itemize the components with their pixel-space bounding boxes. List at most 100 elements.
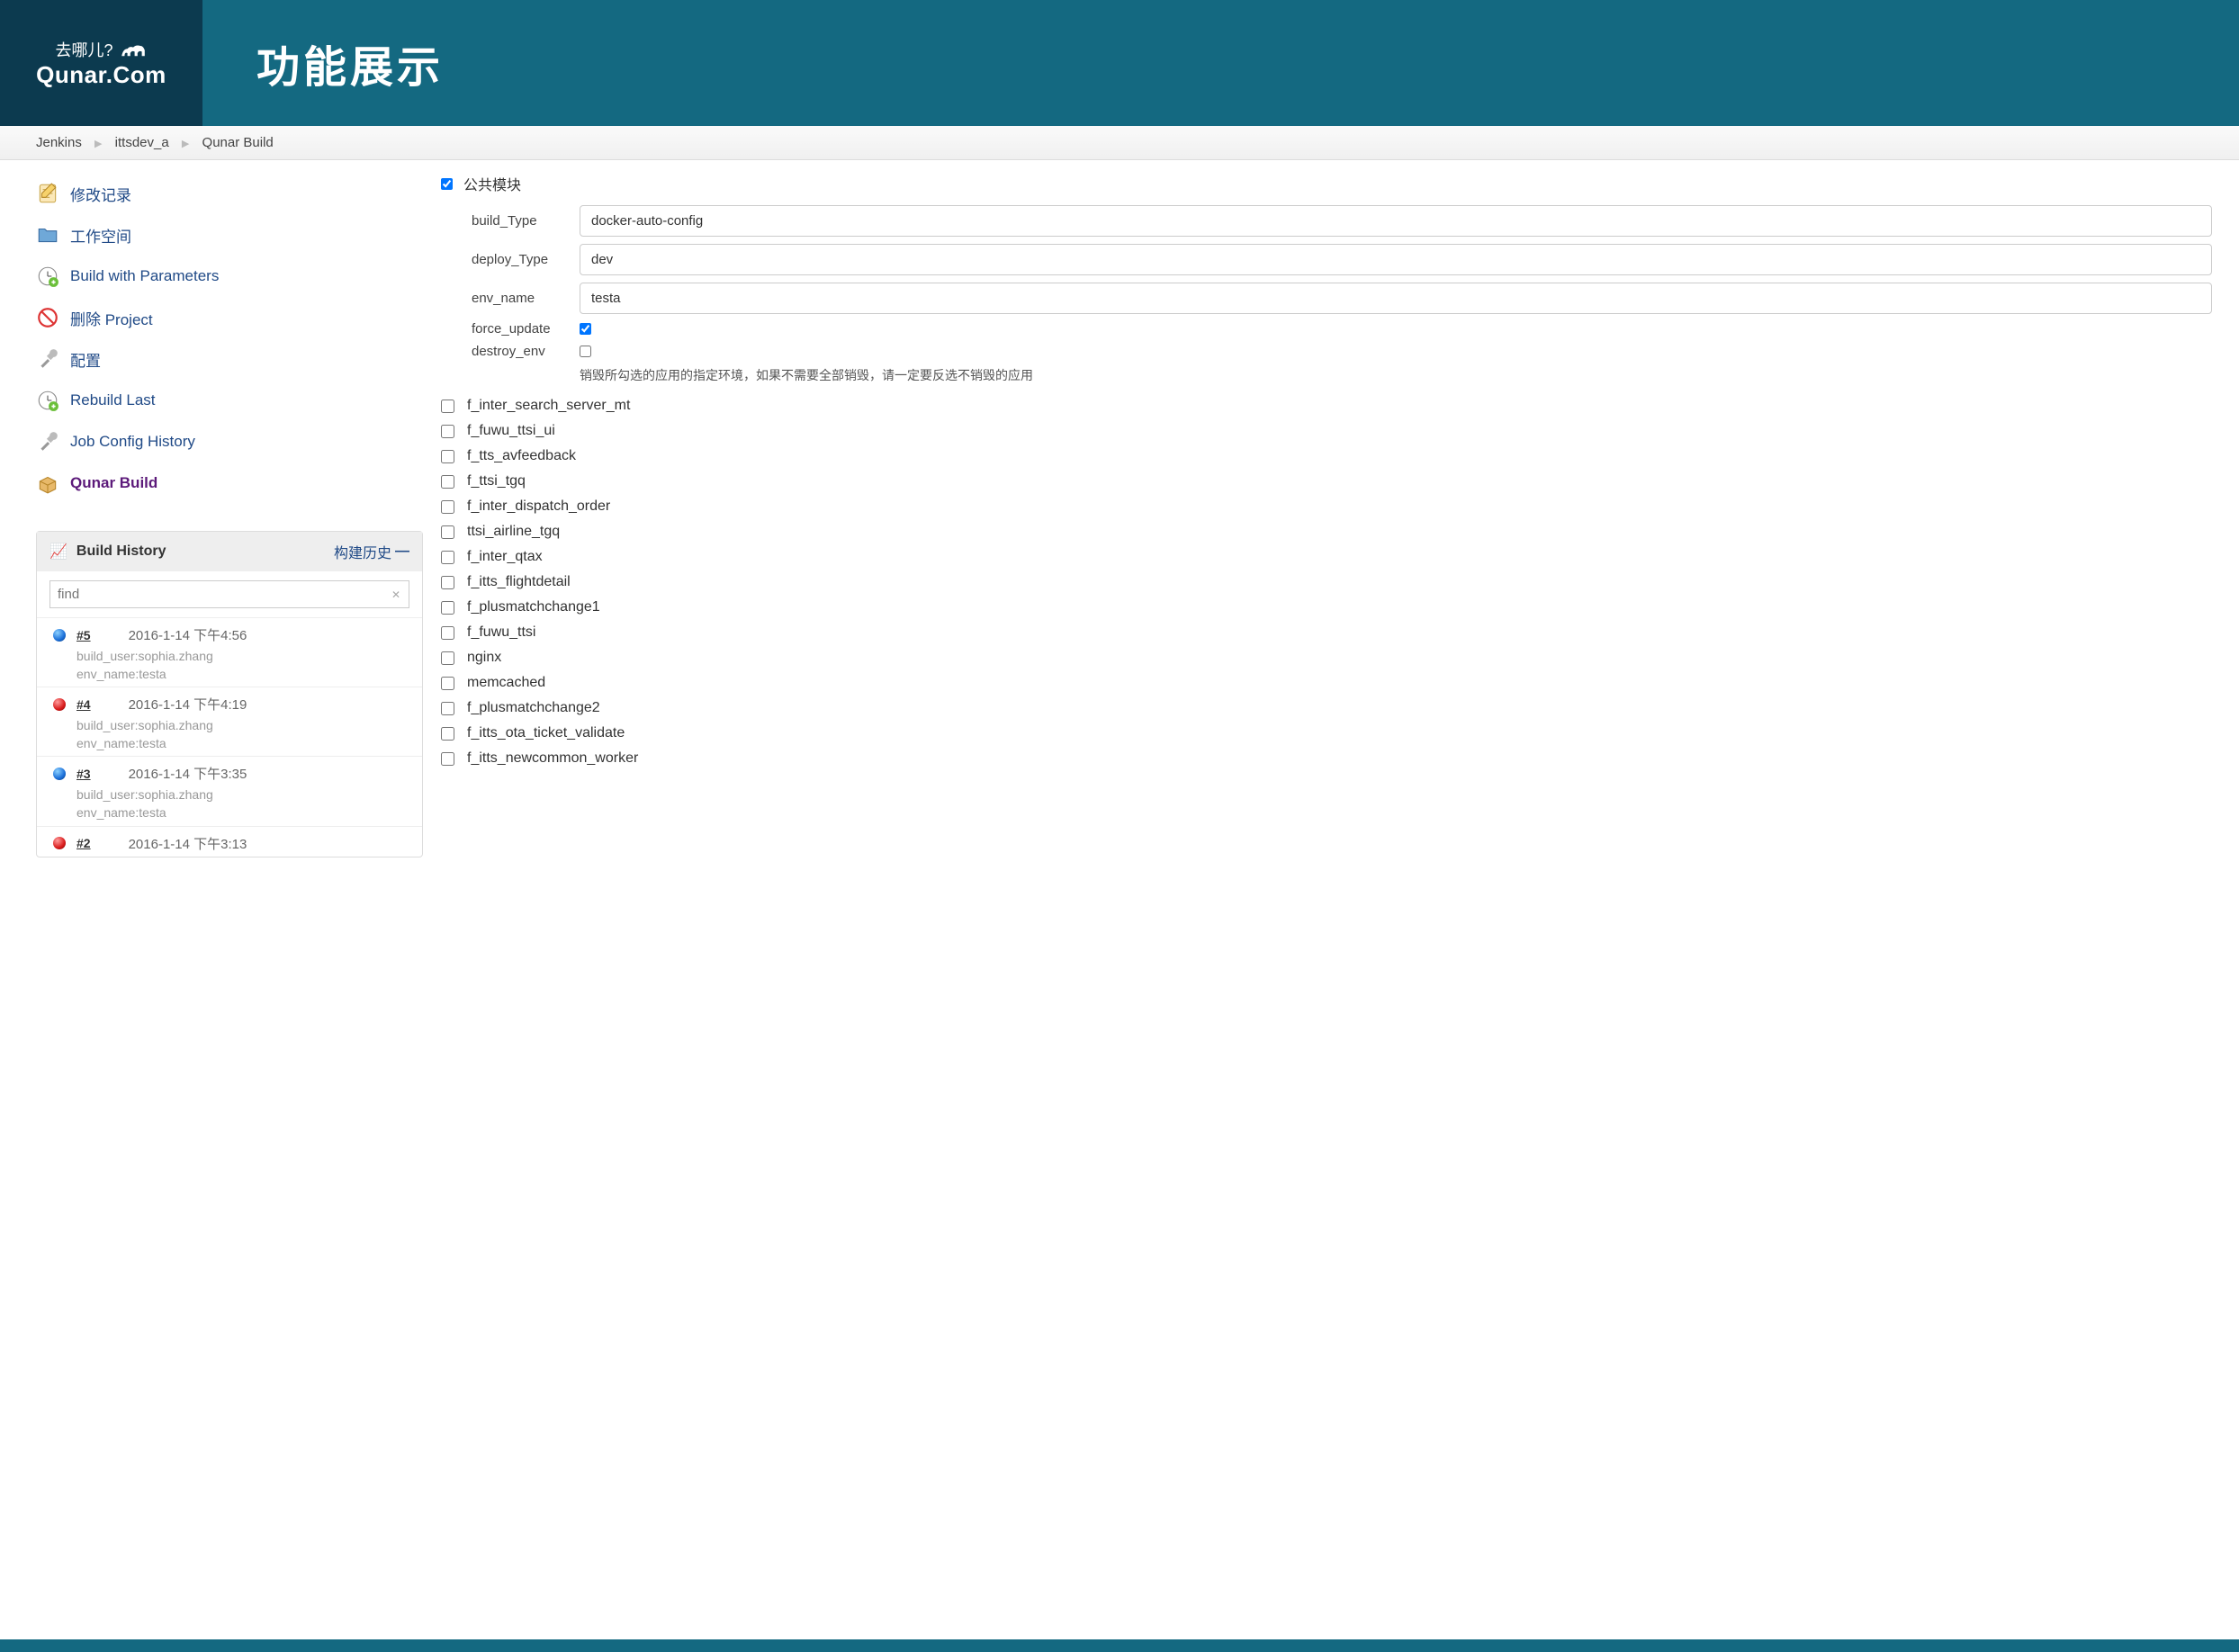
- app-checkbox[interactable]: [441, 475, 454, 489]
- app-row: f_plusmatchchange2: [441, 696, 2212, 721]
- build-number-link[interactable]: #5: [76, 628, 91, 642]
- app-checkbox[interactable]: [441, 677, 454, 690]
- app-row: f_itts_ota_ticket_validate: [441, 721, 2212, 746]
- status-ball-icon: [53, 837, 66, 849]
- app-checkbox[interactable]: [441, 727, 454, 741]
- clock-green-icon: [36, 389, 59, 412]
- app-checkbox[interactable]: [441, 551, 454, 564]
- app-label: f_inter_dispatch_order: [467, 498, 610, 515]
- app-row: ttsi_airline_tgq: [441, 519, 2212, 544]
- app-label: ttsi_airline_tgq: [467, 524, 560, 540]
- app-label: f_plusmatchchange2: [467, 700, 600, 716]
- build-number-link[interactable]: #4: [76, 697, 91, 712]
- notepad-icon: [36, 182, 59, 205]
- destroy-help-text: 销毁所勾选的应用的指定环境，如果不需要全部销毁，请一定要反选不销毁的应用: [580, 366, 2212, 384]
- logo[interactable]: 去哪儿? Qunar.Com: [0, 0, 202, 126]
- status-ball-icon: [53, 698, 66, 711]
- logo-text-top: 去哪儿?: [55, 38, 112, 61]
- build-history-search[interactable]: [49, 580, 409, 608]
- folder-icon: [36, 223, 59, 247]
- app-label: f_plusmatchchange1: [467, 599, 600, 615]
- app-row: f_inter_qtax: [441, 544, 2212, 570]
- app-row: f_itts_flightdetail: [441, 570, 2212, 595]
- breadcrumb-item[interactable]: Jenkins: [36, 135, 82, 150]
- app-checkbox[interactable]: [441, 601, 454, 615]
- chevron-right-icon: ▶: [182, 139, 189, 149]
- build-number-link[interactable]: #3: [76, 767, 91, 781]
- tools-icon: [36, 430, 59, 453]
- deploy-type-label: deploy_Type: [472, 252, 565, 267]
- build-date: 2016-1-14 下午4:56: [129, 625, 247, 644]
- env-name-label: env_name: [472, 291, 565, 306]
- sidebar-item-label: Rebuild Last: [70, 391, 156, 409]
- logo-text-bottom: Qunar.Com: [36, 61, 166, 89]
- app-row: f_inter_dispatch_order: [441, 494, 2212, 519]
- breadcrumb: Jenkins ▶ ittsdev_a ▶ Qunar Build: [0, 126, 2239, 160]
- build-meta: build_user:sophia.zhangenv_name:testa: [76, 786, 406, 822]
- build-meta: build_user:sophia.zhangenv_name:testa: [76, 648, 406, 683]
- app-checkbox[interactable]: [441, 651, 454, 665]
- app-row: f_fuwu_ttsi_ui: [441, 418, 2212, 444]
- public-module-label: 公共模块: [463, 173, 521, 194]
- app-row: f_fuwu_ttsi: [441, 620, 2212, 645]
- sidebar-item-label: Qunar Build: [70, 474, 157, 492]
- sidebar-item-0[interactable]: 修改记录: [36, 173, 423, 214]
- app-checkbox[interactable]: [441, 702, 454, 715]
- app-label: f_fuwu_ttsi_ui: [467, 423, 555, 439]
- sidebar-item-label: 配置: [70, 348, 101, 371]
- app-checkbox[interactable]: [441, 500, 454, 514]
- build-date: 2016-1-14 下午3:35: [129, 764, 247, 783]
- force-update-checkbox[interactable]: [580, 323, 591, 335]
- camel-icon: [119, 39, 148, 60]
- app-label: f_itts_newcommon_worker: [467, 750, 638, 767]
- app-row: f_tts_avfeedback: [441, 444, 2212, 469]
- deploy-type-input[interactable]: [580, 244, 2212, 275]
- trend-icon: 📈: [49, 543, 67, 561]
- app-label: f_inter_qtax: [467, 549, 543, 565]
- app-label: f_itts_flightdetail: [467, 574, 571, 590]
- destroy-env-checkbox[interactable]: [580, 346, 591, 357]
- no-entry-icon: [36, 306, 59, 329]
- sidebar-item-label: 删除 Project: [70, 307, 153, 329]
- breadcrumb-item[interactable]: ittsdev_a: [115, 135, 169, 150]
- app-label: memcached: [467, 675, 545, 691]
- build-history-item: #22016-1-14 下午3:13: [37, 826, 422, 857]
- app-label: nginx: [467, 650, 501, 666]
- header: 去哪儿? Qunar.Com 功能展示: [0, 0, 2239, 126]
- sidebar-item-4[interactable]: 配置: [36, 338, 423, 380]
- app-row: f_ttsi_tgq: [441, 469, 2212, 494]
- app-label: f_ttsi_tgq: [467, 473, 526, 489]
- chevron-right-icon: ▶: [94, 139, 102, 149]
- sidebar-item-7[interactable]: Qunar Build: [36, 462, 423, 504]
- app-checkbox[interactable]: [441, 450, 454, 463]
- sidebar-item-3[interactable]: 删除 Project: [36, 297, 423, 338]
- app-checkbox[interactable]: [441, 576, 454, 589]
- app-checkbox[interactable]: [441, 525, 454, 539]
- build-type-input[interactable]: [580, 205, 2212, 237]
- page-title: 功能展示: [256, 31, 444, 94]
- minus-icon: —: [395, 543, 409, 560]
- sidebar-item-2[interactable]: Build with Parameters: [36, 256, 423, 297]
- package-icon: [36, 471, 59, 495]
- env-name-input[interactable]: [580, 283, 2212, 314]
- app-row: f_itts_newcommon_worker: [441, 746, 2212, 771]
- app-row: nginx: [441, 645, 2212, 670]
- sidebar-item-5[interactable]: Rebuild Last: [36, 380, 423, 421]
- sidebar-item-6[interactable]: Job Config History: [36, 421, 423, 462]
- build-number-link[interactable]: #2: [76, 836, 91, 850]
- destroy-env-label: destroy_env: [472, 344, 565, 359]
- breadcrumb-item[interactable]: Qunar Build: [202, 135, 274, 150]
- app-checkbox[interactable]: [441, 425, 454, 438]
- app-label: f_itts_ota_ticket_validate: [467, 725, 625, 741]
- clear-icon[interactable]: ✕: [391, 588, 400, 601]
- public-module-checkbox[interactable]: [441, 178, 453, 190]
- app-label: f_tts_avfeedback: [467, 448, 576, 464]
- build-history-link[interactable]: 构建历史 —: [334, 541, 409, 562]
- build-history-panel: 📈 Build History 构建历史 — ✕ #52016-1-14 下午4…: [36, 531, 423, 857]
- app-checkbox[interactable]: [441, 752, 454, 766]
- clock-green-icon: [36, 265, 59, 288]
- app-checkbox[interactable]: [441, 400, 454, 413]
- sidebar-item-1[interactable]: 工作空间: [36, 214, 423, 256]
- app-row: f_plusmatchchange1: [441, 595, 2212, 620]
- app-checkbox[interactable]: [441, 626, 454, 640]
